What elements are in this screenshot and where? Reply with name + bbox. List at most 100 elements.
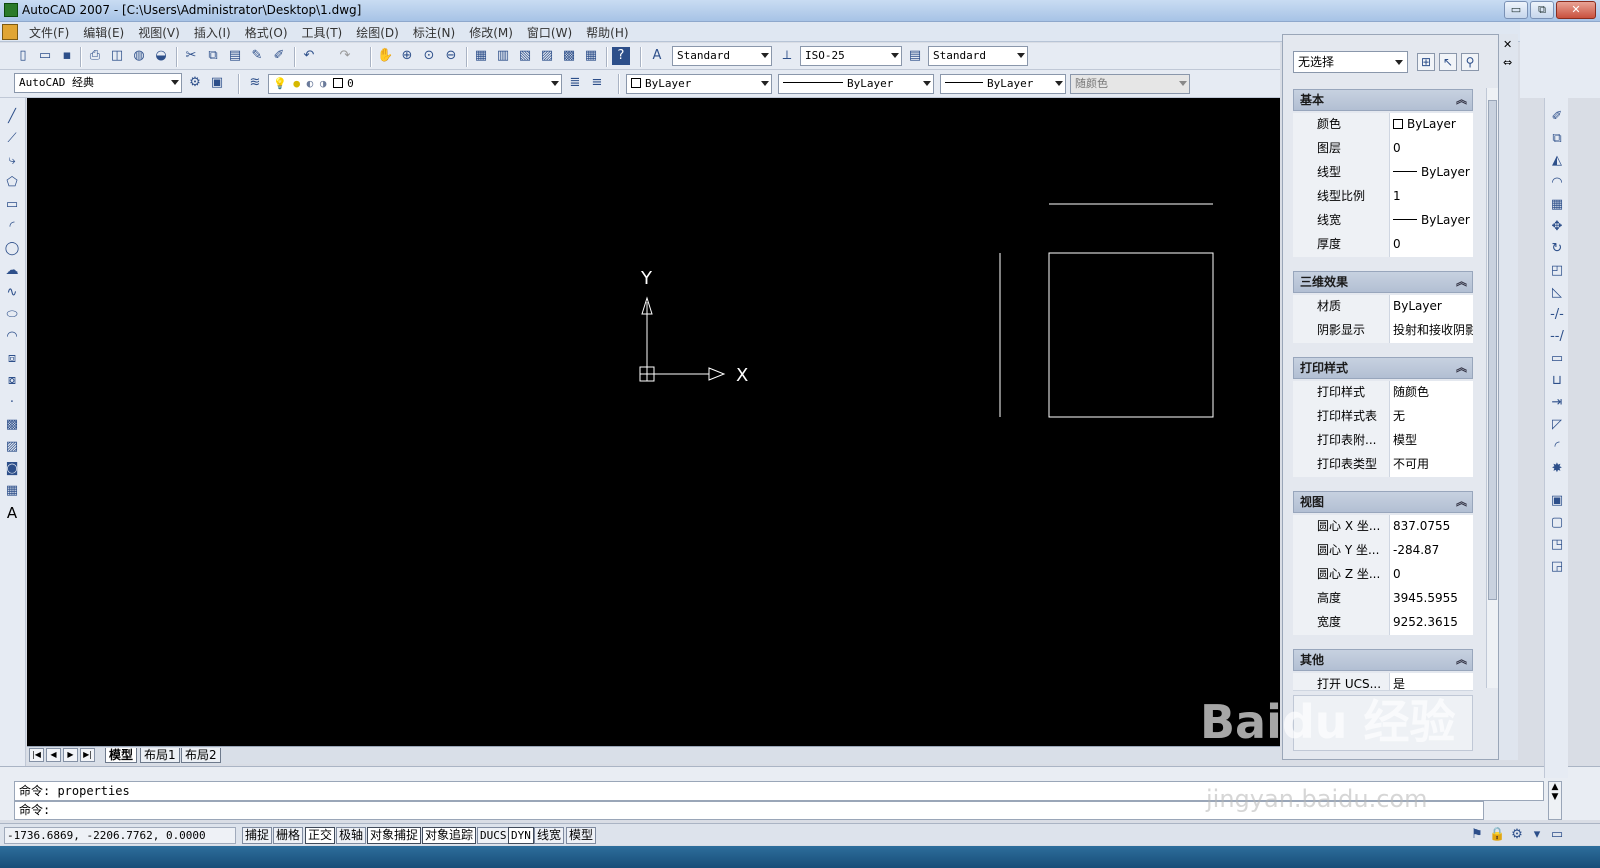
join-icon[interactable]: ⇥ [1548, 394, 1566, 412]
break-at-point-icon[interactable]: ▭ [1548, 350, 1566, 368]
spline-icon[interactable]: ∿ [3, 284, 21, 302]
palette-autohide-icon[interactable]: ⇔ [1503, 56, 1512, 69]
open-icon[interactable]: ▭ [36, 47, 54, 65]
last-tab-button[interactable]: ▶| [80, 748, 95, 762]
draworder-front-icon[interactable]: ▣ [1548, 492, 1566, 510]
palette-close-icon[interactable]: ✕ [1503, 38, 1512, 51]
selection-select[interactable]: 无选择 [1293, 51, 1408, 73]
drawing-canvas[interactable]: Y X [27, 98, 1280, 746]
tab-layout1[interactable]: 布局1 [140, 748, 180, 763]
section-3d-effects[interactable]: 三维效果 ︽ [1293, 271, 1473, 293]
print-icon[interactable]: ⎙ [86, 47, 104, 65]
drawing-doc-icon[interactable] [2, 24, 18, 40]
chamfer-icon[interactable]: ◸ [1548, 416, 1566, 434]
block-editor-icon[interactable]: ✐ [270, 47, 288, 65]
lineweight-toggle[interactable]: 线宽 [534, 827, 565, 844]
save-icon[interactable]: ▪ [58, 47, 76, 65]
coordinate-readout[interactable]: -1736.6869, -2206.7762, 0.0000 [4, 827, 236, 844]
layer-manager-icon[interactable]: ≋ [246, 74, 264, 92]
multiline-text-icon[interactable]: A [3, 504, 21, 522]
trim-icon[interactable]: -/- [1548, 306, 1566, 324]
circle-icon[interactable]: ◯ [3, 240, 21, 258]
match-properties-icon[interactable]: ✎ [248, 47, 266, 65]
palette-title-strip[interactable]: ✕ ⇔ [1498, 34, 1518, 760]
workspace-save-icon[interactable]: ▣ [208, 74, 226, 92]
draworder-back-icon[interactable]: ▢ [1548, 514, 1566, 532]
zoom-previous-icon[interactable]: ⊖ [442, 47, 460, 65]
layer-lock-icon[interactable]: ◐ [307, 77, 314, 90]
prev-tab-button[interactable]: ◀ [46, 748, 61, 762]
gradient-icon[interactable]: ▨ [3, 438, 21, 456]
table-style-select[interactable]: Standard [928, 46, 1028, 66]
prop-row-thickness[interactable]: 厚度 0 [1293, 233, 1473, 257]
menu-modify[interactable]: 修改(M) [462, 22, 520, 41]
menu-dimension[interactable]: 标注(N) [406, 22, 462, 41]
ellipse-icon[interactable]: ⬭ [3, 306, 21, 324]
ortho-toggle[interactable]: 正交 [305, 827, 336, 844]
ellipse-arc-icon[interactable]: ◠ [3, 328, 21, 346]
menu-format[interactable]: 格式(O) [238, 22, 295, 41]
prop-row-plottype[interactable]: 打印表类型 不可用 [1293, 453, 1473, 477]
ducs-toggle[interactable]: DUCS [477, 827, 510, 844]
prop-row-plottable[interactable]: 打印样式表无 [1293, 405, 1473, 429]
prop-row-layer[interactable]: 图层 0 [1293, 137, 1473, 161]
layer-select[interactable]: 💡 ● ◐ ◑ 0 [268, 74, 562, 94]
polar-toggle[interactable]: 极轴 [336, 827, 367, 844]
help-icon[interactable]: ? [612, 47, 630, 65]
prop-row-center-x[interactable]: 圆心 X 坐... 837.0755 [1293, 515, 1473, 539]
table-style-icon[interactable]: ▤ [906, 47, 924, 65]
next-tab-button[interactable]: ▶ [63, 748, 78, 762]
close-button[interactable]: ✕ [1556, 1, 1596, 19]
fillet-icon[interactable]: ◜ [1548, 438, 1566, 456]
menu-edit[interactable]: 编辑(E) [76, 22, 131, 41]
dyn-toggle[interactable]: DYN [508, 827, 534, 844]
otrack-toggle[interactable]: 对象追踪 [422, 827, 477, 844]
workspace-select[interactable]: AutoCAD 经典 [14, 73, 182, 93]
calculator-icon[interactable]: ▦ [582, 47, 600, 65]
command-scrollbar[interactable]: ▲ ▼ [1548, 781, 1562, 820]
menu-draw[interactable]: 绘图(D) [349, 22, 406, 41]
tab-model[interactable]: 模型 [105, 748, 138, 763]
section-misc[interactable]: 其他 ︽ [1293, 649, 1473, 671]
first-tab-button[interactable]: |◀ [29, 748, 44, 762]
scale-icon[interactable]: ◰ [1548, 262, 1566, 280]
rotate-icon[interactable]: ↻ [1548, 240, 1566, 258]
osnap-toggle[interactable]: 对象捕捉 [367, 827, 422, 844]
design-center-icon[interactable]: ▥ [494, 47, 512, 65]
prop-row-color[interactable]: 颜色 ByLayer [1293, 113, 1473, 137]
lineweight-control-select[interactable]: ByLayer [940, 74, 1066, 94]
redo-icon[interactable]: ↷ [336, 47, 354, 65]
layer-previous-icon[interactable]: ≡ [588, 74, 606, 92]
text-style-icon[interactable]: A [648, 47, 666, 65]
layer-plot-icon[interactable]: ◑ [320, 77, 327, 90]
prop-row-ltscale[interactable]: 线型比例 1 [1293, 185, 1473, 209]
prop-row-plotstyle[interactable]: 打印样式 随颜色 [1293, 381, 1473, 405]
draworder-above-icon[interactable]: ◳ [1548, 536, 1566, 554]
markup-icon[interactable]: ▩ [560, 47, 578, 65]
insert-block-icon[interactable]: ⧈ [3, 350, 21, 368]
mirror-icon[interactable]: ◭ [1548, 152, 1566, 170]
menu-view[interactable]: 视图(V) [131, 22, 187, 41]
revision-cloud-icon[interactable]: ☁ [3, 262, 21, 280]
prop-row-center-y[interactable]: 圆心 Y 坐... -284.87 [1293, 539, 1473, 563]
cut-icon[interactable]: ✂ [182, 47, 200, 65]
polyline-icon[interactable]: ⤷ [3, 152, 21, 170]
tab-layout2[interactable]: 布局2 [181, 748, 221, 763]
linetype-control-select[interactable]: ByLayer [778, 74, 934, 94]
point-icon[interactable]: · [3, 394, 21, 412]
publish-icon[interactable]: ◍ [130, 47, 148, 65]
arc-icon[interactable]: ◜ [3, 218, 21, 236]
rectangle-entity[interactable] [1048, 252, 1214, 418]
minimize-button[interactable]: ▭ [1504, 1, 1528, 19]
copy-icon[interactable]: ⧉ [204, 47, 222, 65]
layer-freeze-icon[interactable]: ● [293, 77, 300, 90]
menu-file[interactable]: 文件(F) [22, 22, 76, 41]
make-object-layer-current-icon[interactable]: ≣ [566, 74, 584, 92]
undo-icon[interactable]: ↶ [300, 47, 318, 65]
dim-style-select[interactable]: ISO-25 [800, 46, 902, 66]
quick-select-icon[interactable]: ⚲ [1461, 53, 1479, 71]
text-style-select[interactable]: Standard [672, 46, 772, 66]
erase-icon[interactable]: ✐ [1548, 108, 1566, 126]
prop-row-plotattach[interactable]: 打印表附... 模型 [1293, 429, 1473, 453]
offset-icon[interactable]: ◠ [1548, 174, 1566, 192]
